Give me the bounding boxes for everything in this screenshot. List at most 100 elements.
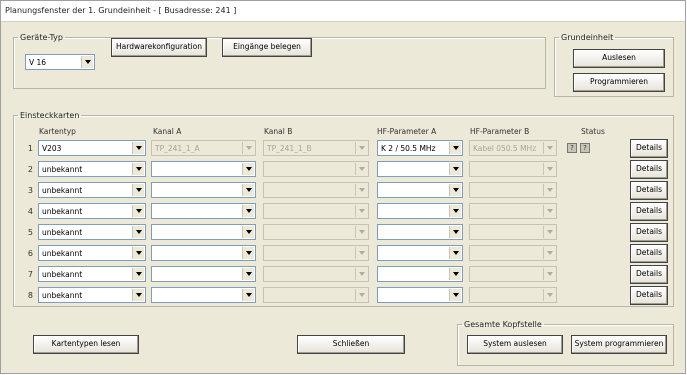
header-hf-parameter-a: HF-Parameter A bbox=[377, 127, 437, 136]
details-button[interactable]: Details bbox=[630, 181, 668, 200]
planning-window: Planungsfenster der 1. Grundeinheit - [ … bbox=[0, 0, 686, 374]
hf-parameter-b-select bbox=[469, 266, 557, 282]
chevron-down-icon[interactable] bbox=[449, 184, 461, 196]
chevron-down-icon[interactable] bbox=[81, 56, 93, 68]
schliessen-button[interactable]: Schließen bbox=[297, 335, 405, 354]
kartentyp-select[interactable]: unbekannt bbox=[38, 203, 146, 219]
chevron-down-icon[interactable] bbox=[132, 163, 144, 175]
kartentypen-lesen-button[interactable]: Kartentypen lesen bbox=[33, 335, 139, 354]
kanal-a-select[interactable] bbox=[151, 182, 256, 198]
auslesen-button[interactable]: Auslesen bbox=[573, 49, 665, 68]
kartentyp-value: unbekannt bbox=[42, 291, 83, 300]
kartentyp-select[interactable]: unbekannt bbox=[38, 287, 146, 303]
kartentyp-select[interactable]: V203 bbox=[38, 140, 146, 156]
chevron-down-icon[interactable] bbox=[132, 184, 144, 196]
chevron-down-icon[interactable] bbox=[132, 268, 144, 280]
details-button[interactable]: Details bbox=[630, 286, 668, 305]
kanal-b-value: TP_241_1_B bbox=[267, 144, 312, 153]
kartentyp-value: unbekannt bbox=[42, 186, 83, 195]
chevron-down-icon bbox=[543, 289, 555, 301]
kartentyp-value: unbekannt bbox=[42, 249, 83, 258]
hf-parameter-a-select[interactable] bbox=[377, 203, 463, 219]
kanal-a-select[interactable] bbox=[151, 266, 256, 282]
chevron-down-icon bbox=[355, 247, 367, 259]
hf-parameter-a-value: K 2 / 50.5 MHz bbox=[381, 144, 436, 153]
kanal-a-select[interactable] bbox=[151, 224, 256, 240]
eingaenge-belegen-button[interactable]: Eingänge belegen bbox=[222, 38, 312, 57]
chevron-down-icon[interactable] bbox=[132, 289, 144, 301]
hf-parameter-b-value: Kabel 050.5 MHz bbox=[473, 144, 537, 153]
chevron-down-icon[interactable] bbox=[449, 163, 461, 175]
chevron-down-icon[interactable] bbox=[449, 247, 461, 259]
chevron-down-icon bbox=[543, 268, 555, 280]
details-button[interactable]: Details bbox=[630, 223, 668, 242]
programmieren-button[interactable]: Programmieren bbox=[573, 73, 665, 92]
kanal-a-select[interactable] bbox=[151, 245, 256, 261]
hf-parameter-a-select[interactable] bbox=[377, 182, 463, 198]
kanal-b-select bbox=[263, 245, 369, 261]
chevron-down-icon[interactable] bbox=[449, 205, 461, 217]
chevron-down-icon[interactable] bbox=[242, 163, 254, 175]
hf-parameter-b-select: Kabel 050.5 MHz bbox=[469, 140, 557, 156]
details-button[interactable]: Details bbox=[630, 139, 668, 158]
row-number: 8 bbox=[27, 291, 33, 300]
details-button[interactable]: Details bbox=[630, 202, 668, 221]
chevron-down-icon[interactable] bbox=[242, 268, 254, 280]
chevron-down-icon[interactable] bbox=[242, 226, 254, 238]
row-number: 5 bbox=[27, 228, 33, 237]
hf-parameter-b-select bbox=[469, 224, 557, 240]
hf-parameter-a-select[interactable] bbox=[377, 266, 463, 282]
chevron-down-icon[interactable] bbox=[449, 226, 461, 238]
row-number: 1 bbox=[27, 144, 33, 153]
header-status: Status bbox=[581, 127, 605, 136]
chevron-down-icon bbox=[355, 289, 367, 301]
kartentyp-select[interactable]: unbekannt bbox=[38, 266, 146, 282]
chevron-down-icon[interactable] bbox=[132, 142, 144, 154]
kartentyp-value: unbekannt bbox=[42, 228, 83, 237]
chevron-down-icon[interactable] bbox=[242, 184, 254, 196]
row-number: 3 bbox=[27, 186, 33, 195]
details-button[interactable]: Details bbox=[630, 160, 668, 179]
chevron-down-icon[interactable] bbox=[449, 289, 461, 301]
chevron-down-icon[interactable] bbox=[449, 268, 461, 280]
kanal-a-select: TP_241_1_A bbox=[151, 140, 256, 156]
hf-parameter-a-select[interactable] bbox=[377, 287, 463, 303]
hf-parameter-a-select[interactable] bbox=[377, 245, 463, 261]
geraete-typ-value: V 16 bbox=[29, 58, 47, 67]
chevron-down-icon bbox=[242, 142, 254, 154]
system-programmieren-button[interactable]: System programmieren bbox=[571, 335, 667, 354]
kartentyp-select[interactable]: unbekannt bbox=[38, 182, 146, 198]
details-button[interactable]: Details bbox=[630, 244, 668, 263]
grundeinheit-legend: Grundeinheit bbox=[561, 33, 614, 42]
row-number: 6 bbox=[27, 249, 33, 258]
chevron-down-icon[interactable] bbox=[132, 247, 144, 259]
kanal-a-select[interactable] bbox=[151, 161, 256, 177]
hardwarekonfiguration-button[interactable]: Hardwarekonfiguration bbox=[111, 38, 207, 57]
hf-parameter-a-select[interactable] bbox=[377, 224, 463, 240]
hf-parameter-a-select[interactable] bbox=[377, 161, 463, 177]
details-button[interactable]: Details bbox=[630, 265, 668, 284]
kanal-b-select bbox=[263, 224, 369, 240]
einsteckkarten-legend: Einsteckkarten bbox=[20, 111, 80, 120]
row-number: 7 bbox=[27, 270, 33, 279]
header-hf-parameter-b: HF-Parameter B bbox=[470, 127, 530, 136]
system-auslesen-button[interactable]: System auslesen bbox=[467, 335, 563, 354]
chevron-down-icon[interactable] bbox=[132, 205, 144, 217]
hf-parameter-a-select[interactable]: K 2 / 50.5 MHz bbox=[377, 140, 463, 156]
kartentyp-select[interactable]: unbekannt bbox=[38, 224, 146, 240]
chevron-down-icon[interactable] bbox=[242, 205, 254, 217]
kartentyp-select[interactable]: unbekannt bbox=[38, 161, 146, 177]
chevron-down-icon bbox=[543, 205, 555, 217]
hf-parameter-b-select bbox=[469, 245, 557, 261]
chevron-down-icon[interactable] bbox=[242, 289, 254, 301]
chevron-down-icon[interactable] bbox=[449, 142, 461, 154]
kanal-b-select bbox=[263, 182, 369, 198]
kanal-a-select[interactable] bbox=[151, 203, 256, 219]
kanal-a-select[interactable] bbox=[151, 287, 256, 303]
geraete-typ-select[interactable]: V 16 bbox=[25, 54, 95, 70]
hf-parameter-b-select bbox=[469, 287, 557, 303]
kartentyp-select[interactable]: unbekannt bbox=[38, 245, 146, 261]
chevron-down-icon[interactable] bbox=[242, 247, 254, 259]
hf-parameter-b-select bbox=[469, 161, 557, 177]
chevron-down-icon[interactable] bbox=[132, 226, 144, 238]
